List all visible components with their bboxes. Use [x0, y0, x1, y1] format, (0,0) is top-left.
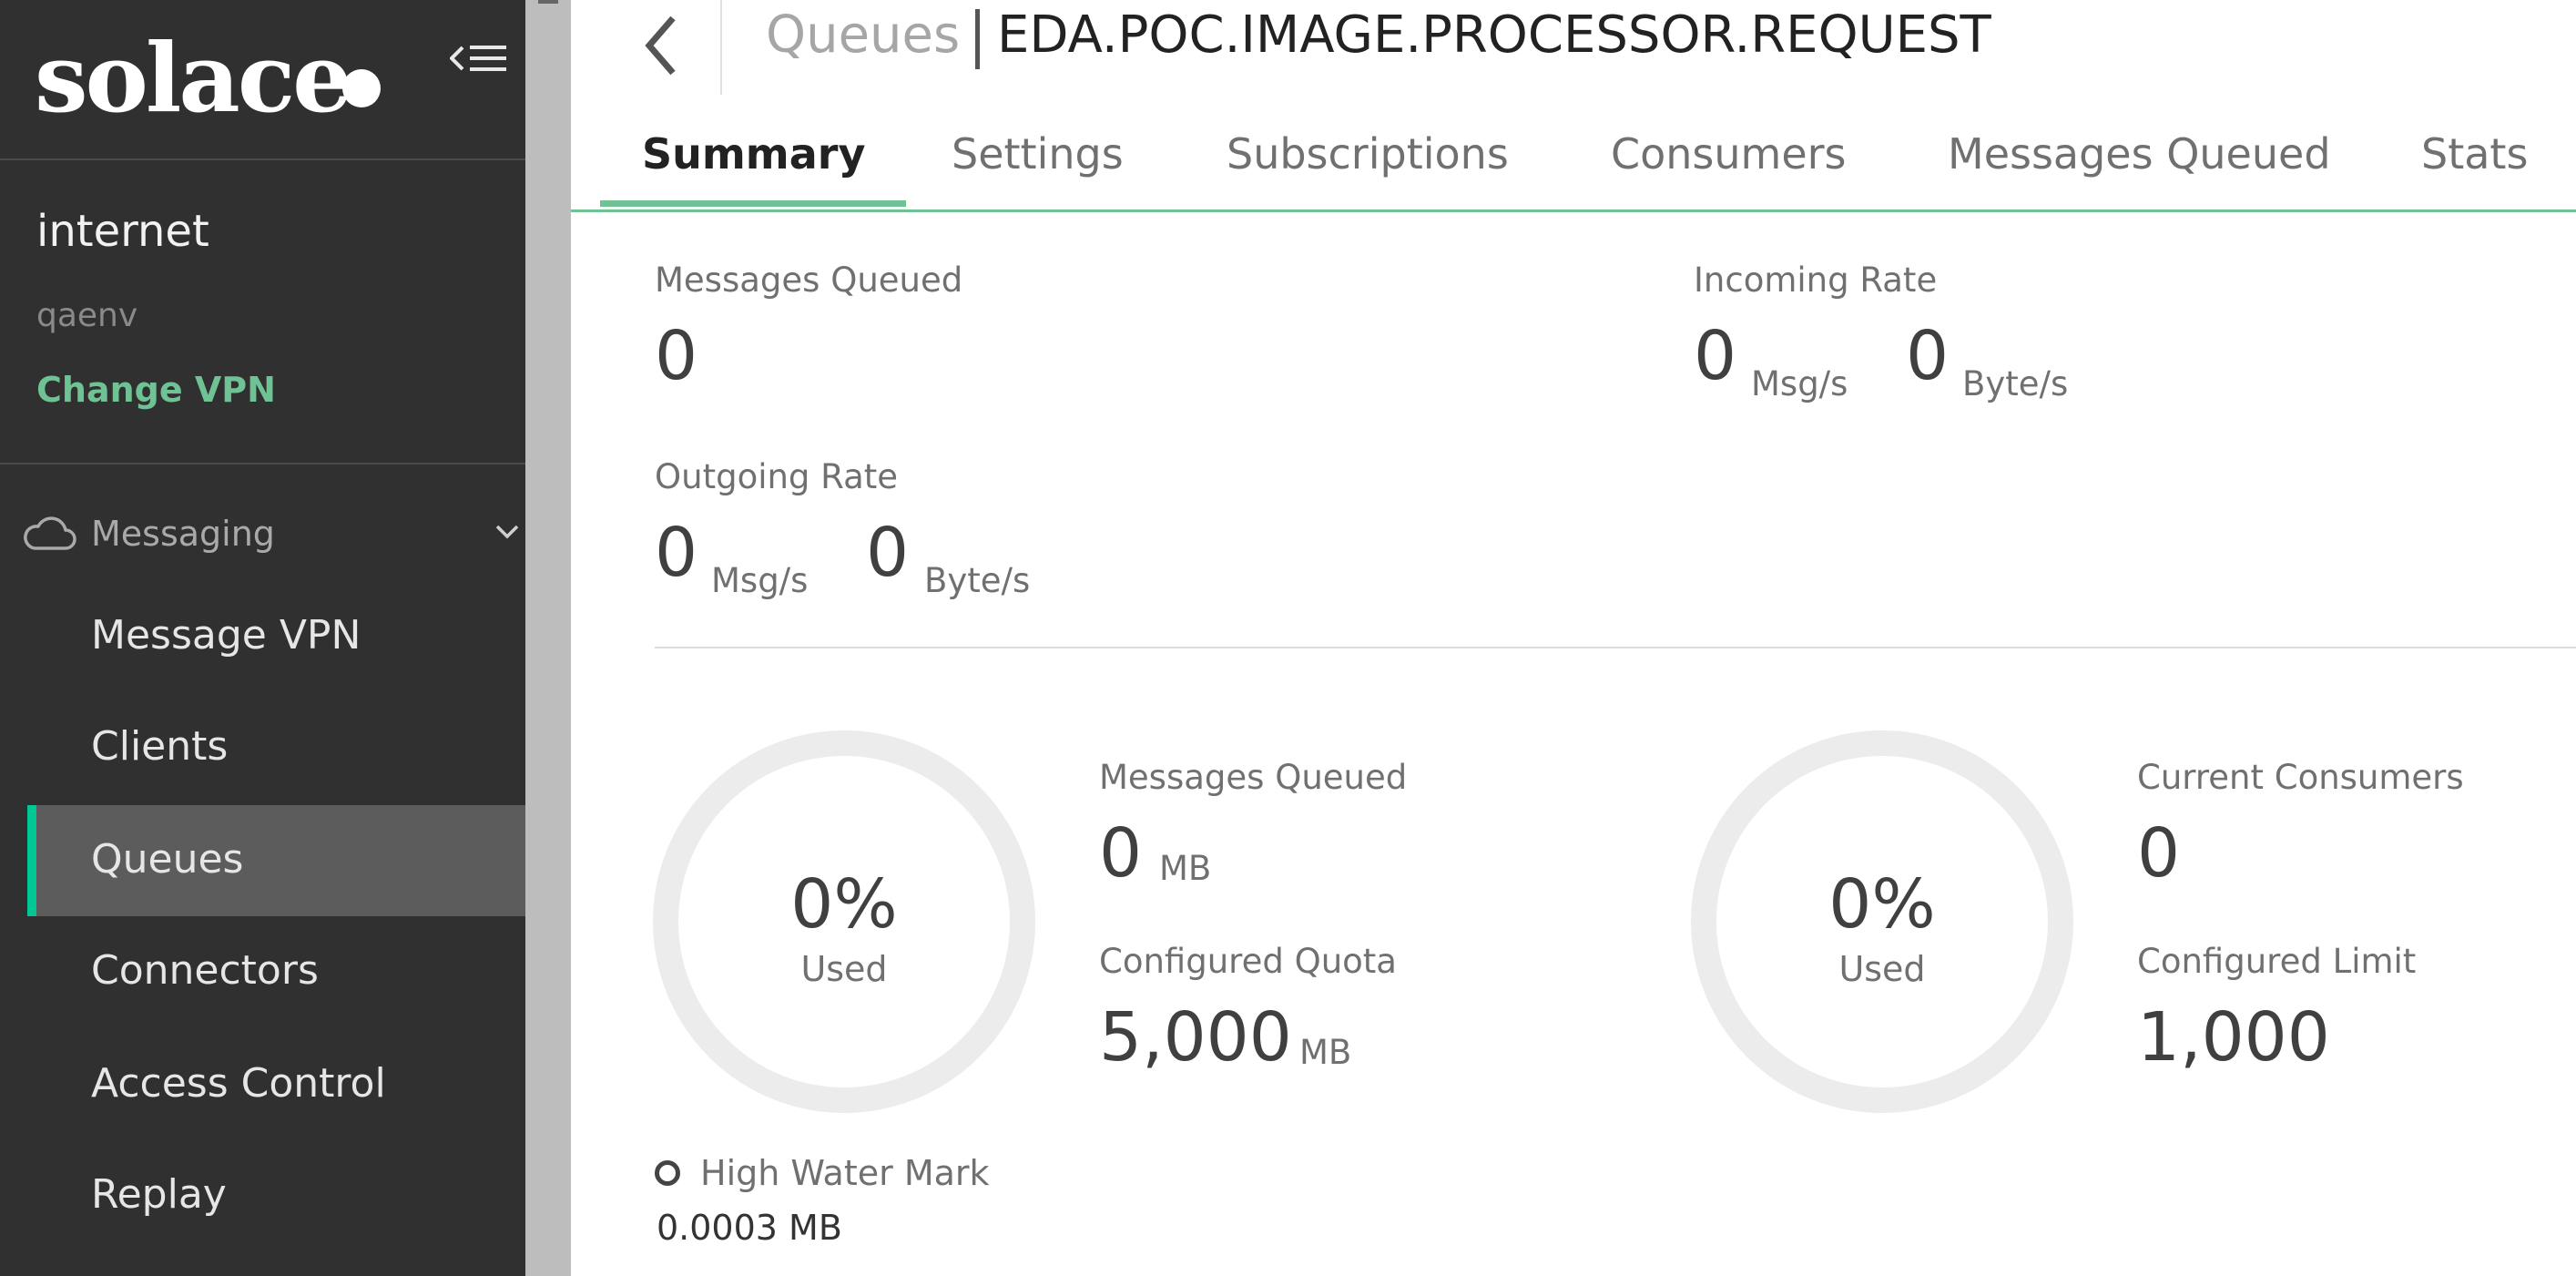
sidebar-item-label: Message VPN [91, 612, 361, 658]
configured-limit-label: Configured Limit [2137, 942, 2417, 981]
header-separator [720, 0, 722, 95]
consumers-used-label: Used [1838, 949, 1926, 989]
high-water-mark-value: 0.0003 MB [657, 1208, 842, 1248]
back-arrow-icon [645, 15, 676, 76]
outgoing-byte-rate-unit: Byte/s [924, 561, 1031, 600]
messages-queued-value: 0 [655, 317, 698, 395]
cloud-icon [24, 516, 76, 550]
configured-limit-value: 1,000 [2137, 998, 2330, 1077]
storage-used-label: Used [800, 949, 888, 989]
tab-bar-divider [571, 209, 2576, 212]
outgoing-byte-rate-value: 0 [866, 514, 910, 592]
configured-quota-label: Configured Quota [1099, 942, 1397, 981]
chevron-down-icon [495, 525, 519, 539]
consumers-used-percent: 0% [1828, 865, 1936, 944]
sidebar-item-message-vpn[interactable]: Message VPN [27, 581, 525, 692]
sidebar-resize-handle[interactable] [525, 0, 571, 1276]
collapse-sidebar-icon [449, 46, 506, 71]
current-consumers-value: 0 [2137, 814, 2181, 893]
incoming-byte-rate-unit: Byte/s [1962, 364, 2069, 403]
incoming-msg-rate-unit: Msg/s [1751, 364, 1848, 403]
storage-usage-donut: 0% Used [653, 730, 1035, 1113]
incoming-msg-rate-value: 0 [1694, 317, 1737, 395]
tab-label: Consumers [1611, 129, 1847, 179]
sidebar-item-label: Clients [91, 723, 229, 770]
outgoing-msg-rate-value: 0 [655, 514, 698, 592]
consumer-usage-donut: 0% Used [1691, 730, 2073, 1113]
configured-quota-value: 5,000 [1099, 998, 1292, 1077]
high-water-mark-icon [655, 1160, 680, 1186]
logo-wordmark: solace [35, 22, 352, 134]
collapse-sidebar-button[interactable] [449, 42, 508, 84]
storage-queued-value: 0 [1099, 814, 1143, 893]
messaging-section-toggle[interactable]: Messaging [24, 508, 524, 563]
configured-quota-unit: MB [1299, 1033, 1352, 1072]
active-tab-indicator [600, 200, 906, 207]
tab-label: Summary [642, 129, 866, 179]
back-button[interactable] [635, 9, 689, 82]
sidebar-divider [0, 463, 525, 464]
tab-bar: Summary Settings Subscriptions Consumers… [571, 117, 2576, 213]
messages-queued-label: Messages Queued [655, 260, 963, 300]
logo-dot [342, 69, 381, 107]
main-content: Queues EDA.POC.IMAGE.PROCESSOR.REQUEST S… [571, 0, 2576, 1276]
tab-label: Messages Queued [1948, 129, 2331, 179]
storage-queued-label: Messages Queued [1099, 758, 1408, 797]
breadcrumb-queues[interactable]: Queues [766, 5, 960, 65]
storage-used-percent: 0% [790, 865, 898, 944]
tab-label: Stats [2421, 129, 2529, 179]
current-consumers-label: Current Consumers [2137, 758, 2464, 797]
sidebar-item-replay[interactable]: Replay [27, 1140, 525, 1251]
sidebar-item-queues[interactable]: Queues [27, 805, 525, 916]
scroll-marker [538, 0, 558, 4]
sidebar-item-connectors[interactable]: Connectors [27, 916, 525, 1027]
incoming-rate-label: Incoming Rate [1694, 260, 1938, 300]
outgoing-rate-label: Outgoing Rate [655, 457, 899, 496]
tab-label: Settings [952, 129, 1124, 179]
sidebar-item-label: Queues [91, 836, 244, 883]
section-divider [655, 647, 2576, 648]
sidebar-item-clients[interactable]: Clients [27, 692, 525, 803]
solace-logo: solace [35, 9, 417, 155]
sidebar-item-label: Connectors [91, 947, 319, 994]
page-title: EDA.POC.IMAGE.PROCESSOR.REQUEST [997, 5, 1991, 65]
sidebar-item-label: Replay [91, 1171, 227, 1218]
sidebar: solace internet qaenv Change VPN Messagi… [0, 0, 525, 1276]
tab-label: Subscriptions [1227, 129, 1509, 179]
outgoing-msg-rate-unit: Msg/s [711, 561, 809, 600]
change-vpn-link[interactable]: Change VPN [36, 370, 276, 410]
section-label: Messaging [91, 514, 275, 554]
incoming-byte-rate-value: 0 [1906, 317, 1950, 395]
high-water-mark-label: High Water Mark [700, 1153, 990, 1193]
vpn-name: internet [36, 206, 209, 257]
storage-queued-unit: MB [1159, 849, 1212, 888]
sidebar-item-access-control[interactable]: Access Control [27, 1029, 525, 1140]
vpn-environment: qaenv [36, 297, 138, 334]
sidebar-item-label: Access Control [91, 1060, 386, 1107]
breadcrumb-separator [975, 9, 980, 69]
sidebar-divider [0, 158, 525, 160]
